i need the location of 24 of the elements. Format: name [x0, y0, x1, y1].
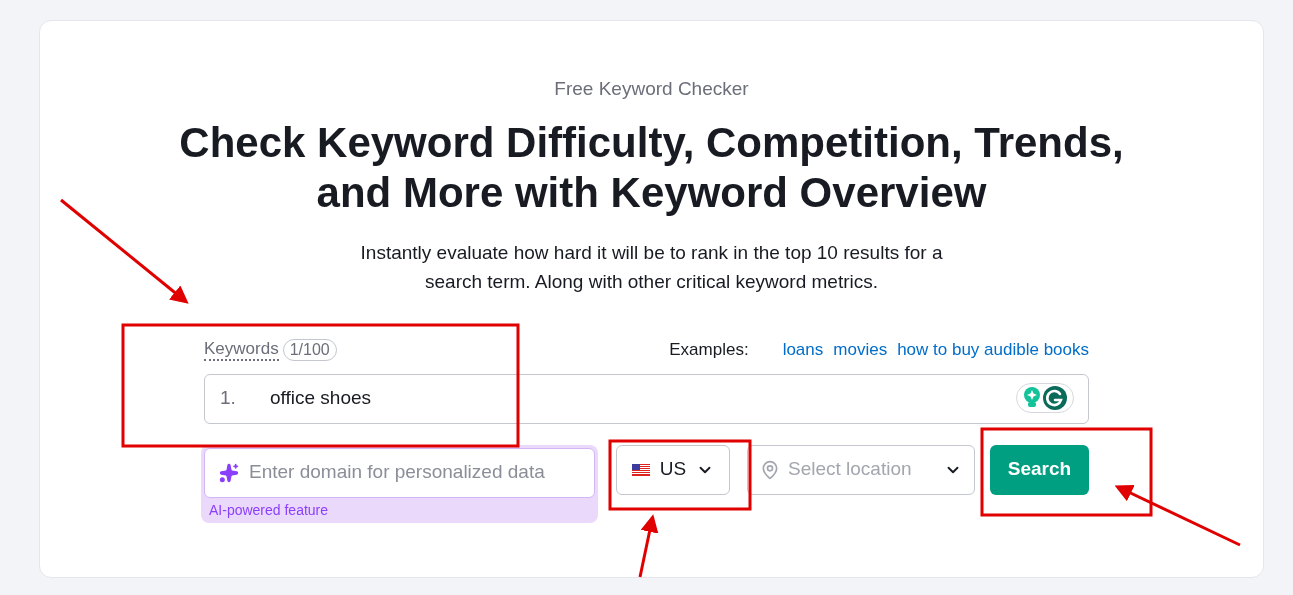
page-heading: and More with Keyword Overview	[316, 167, 987, 218]
description-text: Instantly evaluate how hard it will be to rank in the top 10 results for a	[360, 240, 943, 265]
location-pin-icon	[760, 459, 780, 480]
g-logo-icon	[1043, 385, 1067, 410]
sparkles-icon	[219, 462, 239, 483]
page-heading: Check Keyword Difficulty, Competition, Trends,	[179, 117, 1124, 168]
domain-input[interactable]: Enter domain for personalized data	[204, 447, 595, 498]
line-number: 1.	[220, 386, 237, 411]
annotation-arrow	[638, 514, 659, 578]
description-text: search term. Along with other critical keyword metrics.	[425, 269, 878, 294]
ai-feature-note: AI-powered feature	[208, 500, 330, 519]
keywords-input[interactable]: 1. office shoes	[204, 373, 1089, 424]
examples-label: Examples:	[669, 338, 749, 361]
keywords-label: Keywords	[204, 338, 279, 361]
search-button[interactable]: Search	[990, 444, 1089, 495]
example-link[interactable]: movies	[833, 336, 888, 363]
example-link[interactable]: how to buy audible books	[897, 336, 1089, 363]
domain-placeholder: Enter domain for personalized data	[249, 460, 545, 485]
country-select[interactable]: US	[616, 444, 730, 495]
keyword-text: office shoes	[270, 386, 372, 411]
flag-icon	[631, 463, 650, 476]
example-link[interactable]: loans	[782, 336, 824, 363]
lightbulb-icon	[1023, 386, 1041, 409]
eyebrow-text: Free Keyword Checker	[554, 77, 749, 101]
